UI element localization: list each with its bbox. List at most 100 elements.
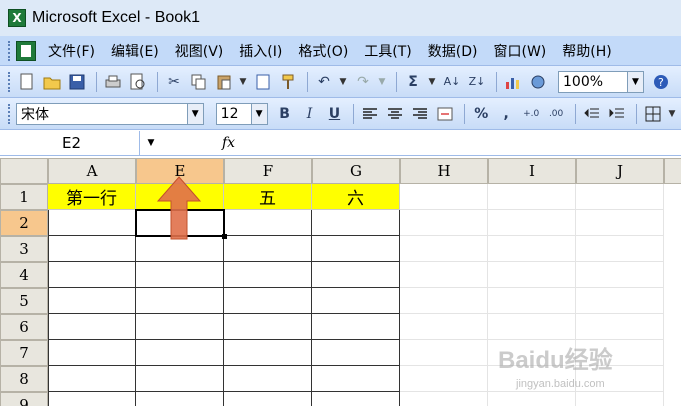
cell-a6[interactable] [48,314,136,340]
insert-function-icon[interactable]: fx [222,135,235,151]
cell-f6[interactable] [224,314,312,340]
menu-help[interactable]: 帮助(H) [562,41,611,61]
column-header-f[interactable]: F [224,158,312,184]
borders-icon[interactable] [642,103,664,125]
row-header-8[interactable]: 8 [0,366,48,392]
cell-a7[interactable] [48,340,136,366]
cell-j2[interactable] [576,210,664,236]
comma-button[interactable]: , [495,103,517,125]
cell-j6[interactable] [576,314,664,340]
cell-j4[interactable] [576,262,664,288]
column-header-i[interactable]: I [488,158,576,184]
cell-g6[interactable] [312,314,400,340]
cell-h8[interactable] [400,366,488,392]
menu-tools[interactable]: 工具(T) [364,41,411,61]
menu-window[interactable]: 窗口(W) [494,41,547,61]
bold-button[interactable]: B [274,103,296,125]
cell-g4[interactable] [312,262,400,288]
cell-h5[interactable] [400,288,488,314]
open-icon[interactable] [41,71,63,93]
merge-center-icon[interactable] [434,103,456,125]
menu-format[interactable]: 格式(O) [298,41,348,61]
cell-a1[interactable]: 第一行 [48,184,136,210]
menu-file[interactable]: 文件(F) [48,41,95,61]
increase-indent-icon[interactable] [606,103,628,125]
cell-e9[interactable] [136,392,224,406]
autosum-dropdown-icon[interactable]: ▼ [427,71,437,93]
format-painter-icon[interactable] [277,71,299,93]
cell-i2[interactable] [488,210,576,236]
cell-e6[interactable] [136,314,224,340]
font-dropdown-icon[interactable]: ▼ [187,102,204,125]
cell-g3[interactable] [312,236,400,262]
cell-g9[interactable] [312,392,400,406]
cell-j1[interactable] [576,184,664,210]
cell-h2[interactable] [400,210,488,236]
font-name-input[interactable]: 宋体 [16,102,188,125]
row-header-5[interactable]: 5 [0,288,48,314]
autosum-icon[interactable]: Σ [402,71,424,93]
cell-i3[interactable] [488,236,576,262]
row-header-7[interactable]: 7 [0,340,48,366]
cell-a3[interactable] [48,236,136,262]
cell-f1[interactable]: 五 [224,184,312,210]
print-icon[interactable] [102,71,124,93]
cell-g8[interactable] [312,366,400,392]
cell-e7[interactable] [136,340,224,366]
align-center-icon[interactable] [384,103,406,125]
toolbar-grip[interactable] [8,103,12,124]
decrease-indent-icon[interactable] [581,103,603,125]
italic-button[interactable]: I [299,103,321,125]
select-all-corner[interactable] [0,158,48,184]
decrease-decimal-icon[interactable]: .00 [545,103,567,125]
fill-handle[interactable] [222,234,227,239]
copy-icon[interactable] [188,71,210,93]
cell-f7[interactable] [224,340,312,366]
cell-g1[interactable]: 六 [312,184,400,210]
workbook-icon[interactable] [16,40,36,61]
cell-a8[interactable] [48,366,136,392]
cell-i4[interactable] [488,262,576,288]
zoom-input[interactable]: 100% [558,70,628,93]
research-icon[interactable] [252,71,274,93]
chart-icon[interactable] [502,71,524,93]
row-header-9[interactable]: 9 [0,392,48,406]
cell-g5[interactable] [312,288,400,314]
cell-f9[interactable] [224,392,312,406]
sort-desc-icon[interactable]: Z↓ [466,71,488,93]
cell-h3[interactable] [400,236,488,262]
help-icon[interactable]: ? [650,71,672,93]
sort-asc-icon[interactable]: A↓ [441,71,463,93]
redo-dropdown-icon[interactable]: ▼ [377,71,387,93]
zoom-dropdown-icon[interactable]: ▼ [628,70,644,93]
font-size-dropdown-icon[interactable]: ▼ [251,102,268,125]
borders-dropdown-icon[interactable]: ▼ [667,103,677,125]
cell-e5[interactable] [136,288,224,314]
cell-j3[interactable] [576,236,664,262]
cell-i5[interactable] [488,288,576,314]
cell-j5[interactable] [576,288,664,314]
row-header-1[interactable]: 1 [0,184,48,210]
undo-icon[interactable]: ↶ [313,71,335,93]
cell-f3[interactable] [224,236,312,262]
cell-a9[interactable] [48,392,136,406]
print-preview-icon[interactable] [127,71,149,93]
cell-h6[interactable] [400,314,488,340]
row-header-2[interactable]: 2 [0,210,48,236]
column-header-k[interactable] [664,158,681,184]
cell-a4[interactable] [48,262,136,288]
paste-icon[interactable] [213,71,235,93]
menubar-grip[interactable] [8,40,12,61]
menu-insert[interactable]: 插入(I) [239,41,282,61]
name-box[interactable]: E2 [0,130,140,155]
cell-a2[interactable] [48,210,136,236]
percent-button[interactable]: % [470,103,492,125]
cell-i6[interactable] [488,314,576,340]
name-box-dropdown-icon[interactable]: ▼ [140,131,162,155]
column-header-a[interactable]: A [48,158,136,184]
cell-h9[interactable] [400,392,488,406]
cell-g2[interactable] [312,210,400,236]
align-left-icon[interactable] [359,103,381,125]
cell-f5[interactable] [224,288,312,314]
menu-data[interactable]: 数据(D) [428,41,478,61]
